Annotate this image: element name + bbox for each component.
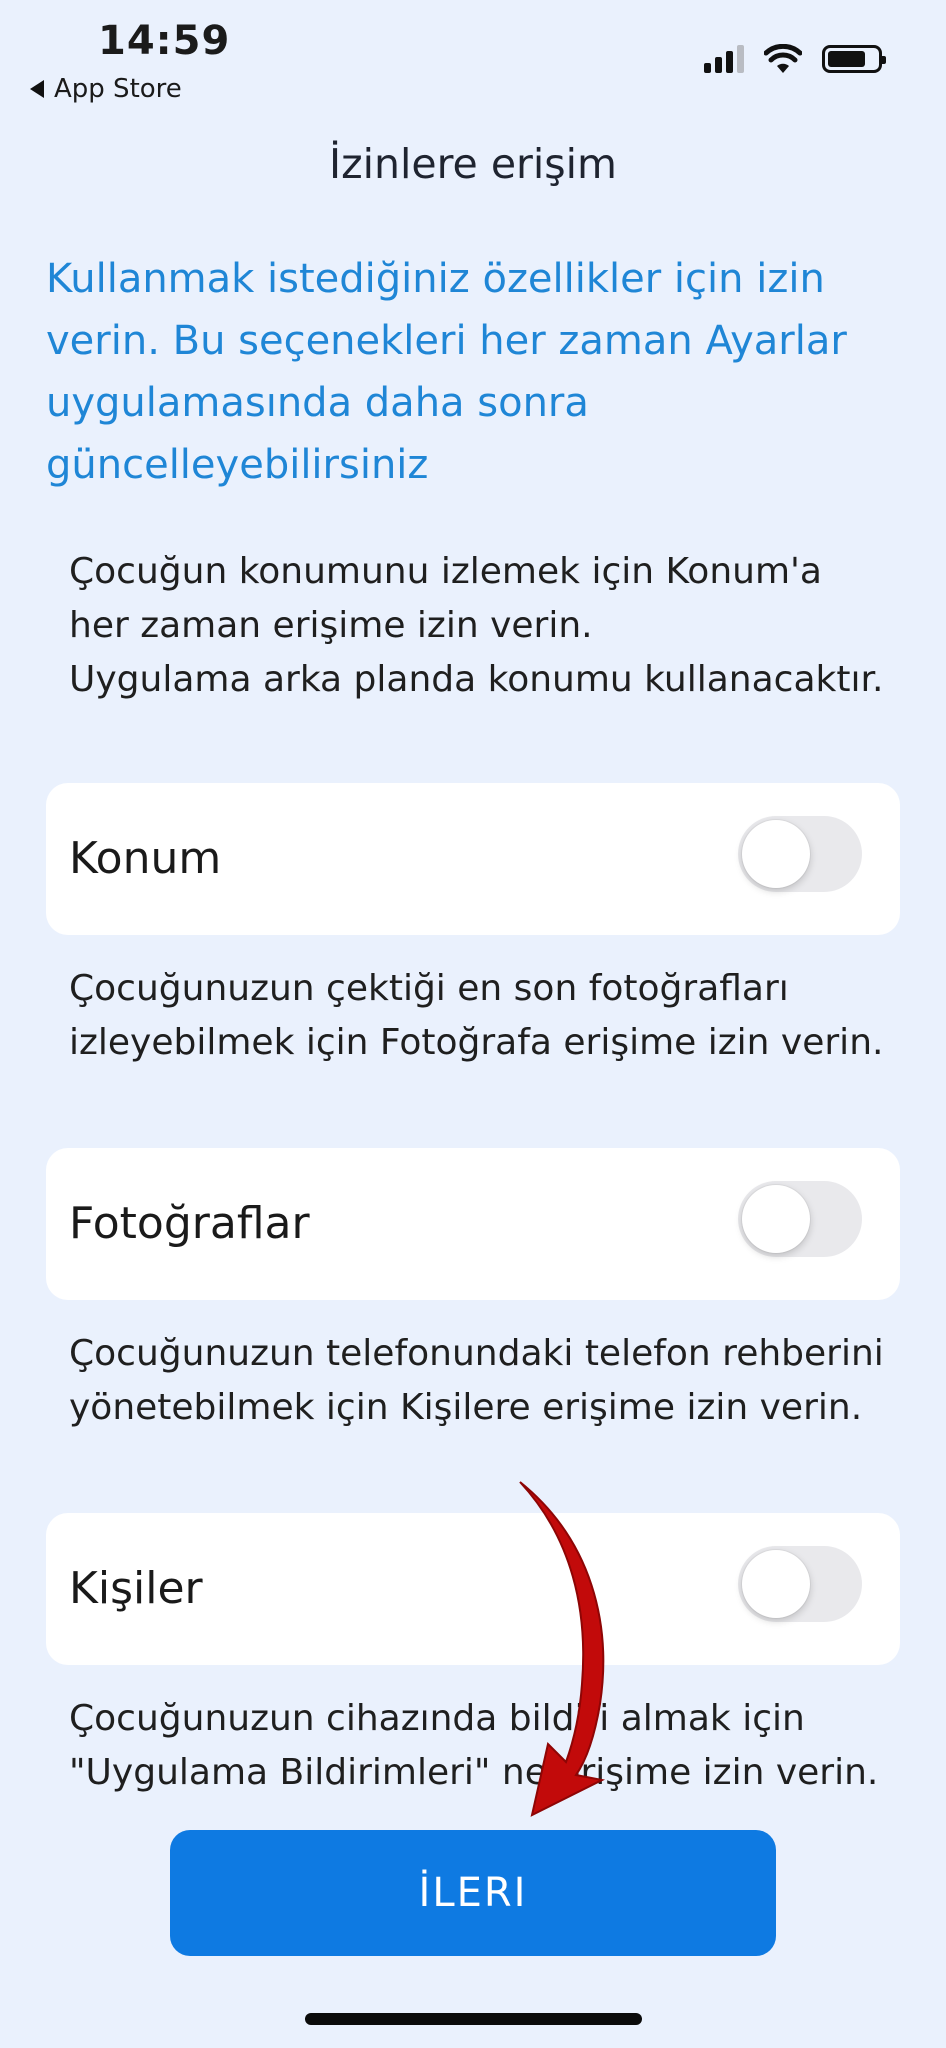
- intro-text: Kullanmak istediğiniz özellikler için iz…: [46, 256, 847, 488]
- notifications-description: Çocuğunuzun cihazında bildiri almak için…: [69, 1698, 879, 1793]
- contacts-description: Çocuğunuzun telefonundaki telefon rehber…: [69, 1333, 884, 1428]
- location-permission-card: Konum: [46, 783, 900, 935]
- status-bar: 14:59 App Store: [0, 0, 946, 120]
- status-time: 14:59: [98, 18, 231, 64]
- contacts-toggle[interactable]: [738, 1546, 862, 1622]
- home-indicator: [305, 2013, 642, 2025]
- contacts-permission-card: Kişiler: [46, 1513, 900, 1665]
- contacts-label: Kişiler: [69, 1563, 203, 1614]
- back-to-app-store-link[interactable]: App Store: [30, 74, 182, 104]
- cellular-signal-icon: [704, 45, 744, 73]
- photos-description: Çocuğunuzun çektiği en son fotoğrafları …: [69, 968, 884, 1063]
- photos-permission-card: Fotoğraflar: [46, 1148, 900, 1300]
- page-title: İzinlere erişim: [329, 140, 617, 188]
- toggle-knob: [742, 1550, 810, 1618]
- wifi-icon: [764, 44, 802, 73]
- battery-icon: [822, 45, 886, 73]
- status-icons: [704, 44, 886, 74]
- location-label: Konum: [69, 833, 222, 884]
- back-arrow-icon: [30, 80, 44, 98]
- toggle-knob: [742, 1185, 810, 1253]
- next-button[interactable]: İLERI: [170, 1830, 776, 1956]
- photos-toggle[interactable]: [738, 1181, 862, 1257]
- location-description: Çocuğun konumunu izlemek için Konum'a he…: [69, 551, 884, 700]
- back-link-label: App Store: [54, 74, 182, 104]
- scroll-clip: Çocuğunuzun cihazında bildiri almak için…: [0, 1680, 946, 1805]
- toggle-knob: [742, 820, 810, 888]
- location-toggle[interactable]: [738, 816, 862, 892]
- photos-label: Fotoğraflar: [69, 1198, 310, 1249]
